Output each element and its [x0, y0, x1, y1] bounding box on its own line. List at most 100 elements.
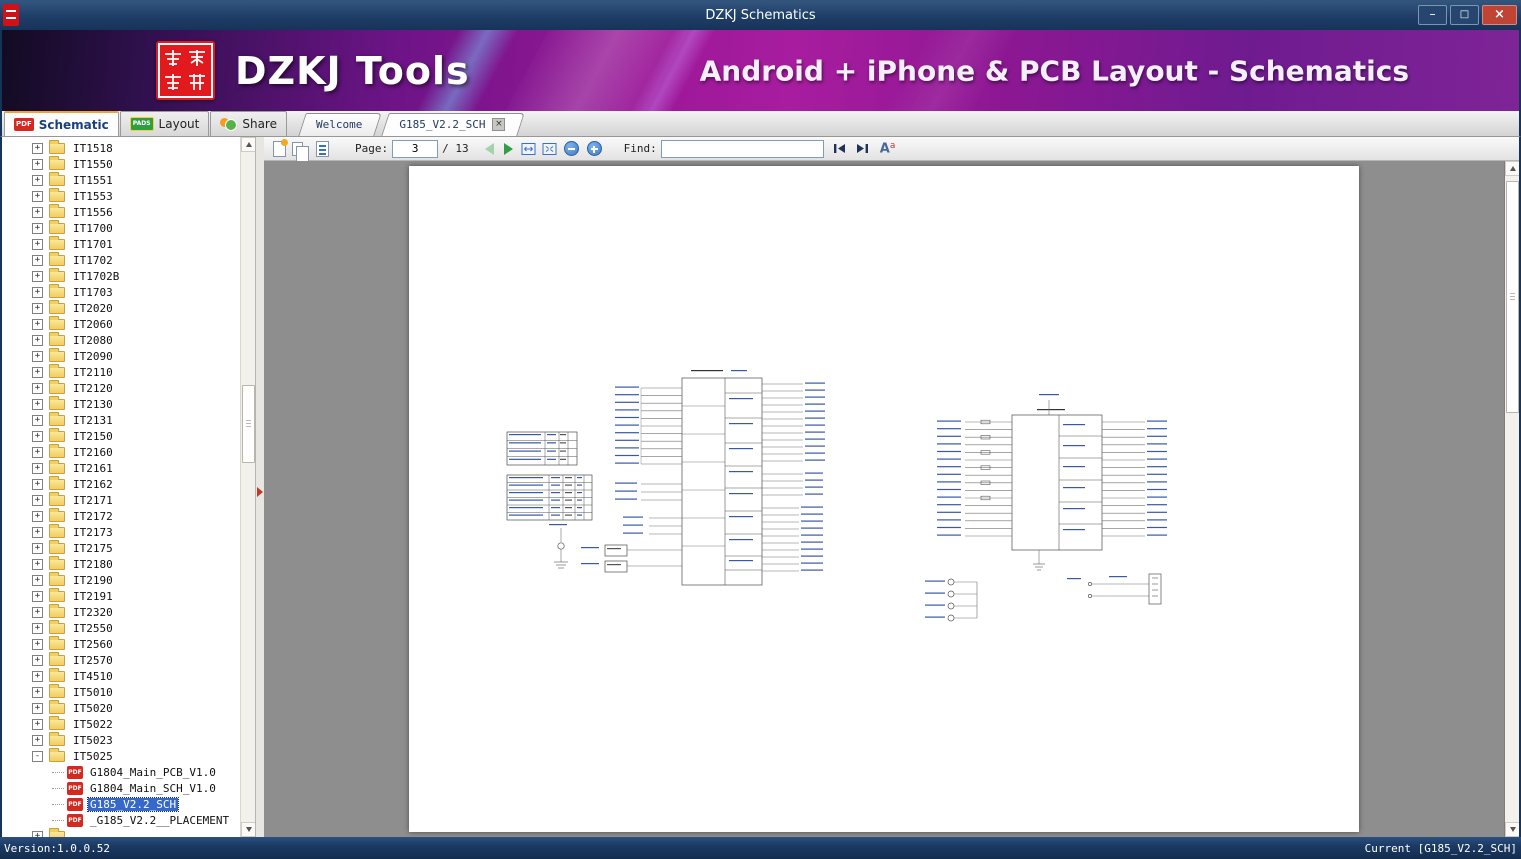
font-size-icon[interactable]: Aa [880, 141, 896, 157]
tree-folder-it2320[interactable]: + IT2320 [2, 603, 240, 620]
tree-folder-it1550[interactable]: + IT1550 [2, 155, 240, 172]
tree-folder-it2150[interactable]: + IT2150 [2, 427, 240, 444]
tab-share[interactable]: Share [210, 111, 287, 136]
tree-folder-it2110[interactable]: + IT2110 [2, 363, 240, 380]
scroll-down-button[interactable] [1505, 822, 1519, 837]
expand-icon[interactable]: + [32, 686, 43, 698]
tree-folder-it2171[interactable]: + IT2171 [2, 491, 240, 508]
expand-icon[interactable]: + [32, 366, 43, 378]
expand-icon[interactable]: + [32, 446, 43, 458]
tree-folder-it5025[interactable]: - IT5025 [2, 747, 240, 764]
tree-folder-it2120[interactable]: + IT2120 [2, 379, 240, 396]
panel-splitter[interactable] [255, 137, 264, 837]
expand-icon[interactable]: + [32, 606, 43, 618]
expand-icon[interactable]: + [32, 270, 43, 282]
tree-file-g1804_main_sch_v1.0[interactable]: PDF G1804_Main_SCH_V1.0 [2, 780, 240, 796]
expand-icon[interactable]: + [32, 430, 43, 442]
tree-folder-it1703[interactable]: + IT1703 [2, 283, 240, 300]
tree-folder-partial[interactable]: + [2, 827, 240, 837]
expand-icon[interactable]: + [32, 190, 43, 202]
tree-folder-it2172[interactable]: + IT2172 [2, 507, 240, 524]
tree-folder-it2180[interactable]: + IT2180 [2, 555, 240, 572]
expand-icon[interactable]: + [32, 238, 43, 250]
expand-icon[interactable]: + [32, 718, 43, 730]
expand-icon[interactable]: + [32, 558, 43, 570]
tree-folder-it2020[interactable]: + IT2020 [2, 299, 240, 316]
tree-folder-it1701[interactable]: + IT1701 [2, 235, 240, 252]
close-button[interactable]: × [1482, 5, 1517, 25]
scrollbar-thumb[interactable] [242, 385, 255, 463]
minimize-button[interactable]: – [1418, 5, 1447, 25]
tree-folder-it1556[interactable]: + IT1556 [2, 203, 240, 220]
tree-folder-it2080[interactable]: + IT2080 [2, 331, 240, 348]
expand-icon[interactable]: + [32, 222, 43, 234]
tree-folder-it2190[interactable]: + IT2190 [2, 571, 240, 588]
viewer-scrollbar[interactable] [1504, 161, 1519, 837]
expand-icon[interactable]: + [32, 702, 43, 714]
tree-folder-it1702b[interactable]: + IT1702B [2, 267, 240, 284]
expand-icon[interactable]: + [32, 350, 43, 362]
tree-folder-it2173[interactable]: + IT2173 [2, 523, 240, 540]
multi-page-icon[interactable] [316, 140, 329, 157]
tree-file-g185_v2.2_sch[interactable]: PDF G185_V2.2_SCH [2, 796, 240, 812]
zoom-out-button[interactable] [563, 141, 579, 156]
page-input[interactable] [392, 139, 439, 158]
tree-folder-it1551[interactable]: + IT1551 [2, 171, 240, 188]
tree-file-g1804_main_pcb_v1.0[interactable]: PDF G1804_Main_PCB_V1.0 [2, 764, 240, 780]
scroll-up-button[interactable] [1505, 161, 1519, 176]
tree-folder-it5020[interactable]: + IT5020 [2, 699, 240, 716]
tree-folder-it1553[interactable]: + IT1553 [2, 187, 240, 204]
next-page-button[interactable] [503, 142, 513, 155]
tree-folder-it1700[interactable]: + IT1700 [2, 219, 240, 236]
tab-welcome[interactable]: Welcome [302, 113, 378, 136]
find-next-button[interactable] [855, 142, 870, 155]
expand-icon[interactable]: + [32, 654, 43, 666]
expand-icon[interactable]: + [32, 158, 43, 170]
tab-schematic[interactable]: PDF Schematic [4, 111, 119, 136]
sidebar-scrollbar[interactable] [240, 137, 256, 837]
expand-icon[interactable]: + [32, 334, 43, 346]
expand-icon[interactable]: + [32, 398, 43, 410]
expand-icon[interactable]: + [32, 526, 43, 538]
collapse-icon[interactable]: - [32, 750, 43, 762]
fit-width-icon[interactable] [521, 142, 536, 156]
tab-layout[interactable]: PADS Layout [119, 111, 210, 136]
expand-icon[interactable]: + [32, 286, 43, 298]
expand-icon[interactable]: + [32, 590, 43, 602]
expand-icon[interactable]: + [32, 142, 43, 154]
page-icon[interactable] [273, 138, 288, 157]
expand-icon[interactable]: + [32, 574, 43, 586]
find-prev-button[interactable] [832, 142, 847, 155]
expand-icon[interactable]: + [32, 622, 43, 634]
expand-icon[interactable]: + [32, 494, 43, 506]
expand-icon[interactable]: + [32, 382, 43, 394]
tree-folder-it2131[interactable]: + IT2131 [2, 411, 240, 428]
zoom-in-button[interactable] [586, 141, 602, 156]
tree-folder-it2560[interactable]: + IT2560 [2, 635, 240, 652]
scrollbar-thumb[interactable] [1506, 181, 1519, 413]
expand-icon[interactable]: + [32, 174, 43, 186]
collapse-arrow-icon[interactable] [257, 487, 263, 497]
tree-folder-it2191[interactable]: + IT2191 [2, 587, 240, 604]
tree-folder-it5022[interactable]: + IT5022 [2, 715, 240, 732]
scroll-down-button[interactable] [241, 822, 256, 837]
expand-icon[interactable]: + [32, 254, 43, 266]
tree-folder-it2161[interactable]: + IT2161 [2, 459, 240, 476]
tree-folder-it5010[interactable]: + IT5010 [2, 683, 240, 700]
tree-folder-it5023[interactable]: + IT5023 [2, 731, 240, 748]
tree-folder-it2060[interactable]: + IT2060 [2, 315, 240, 332]
tree-folder-it2130[interactable]: + IT2130 [2, 395, 240, 412]
expand-icon[interactable]: + [32, 670, 43, 682]
maximize-button[interactable]: □ [1450, 5, 1479, 25]
expand-icon[interactable]: + [32, 638, 43, 650]
expand-icon[interactable]: + [32, 302, 43, 314]
expand-icon[interactable]: + [32, 510, 43, 522]
find-input[interactable] [660, 139, 824, 158]
prev-page-button[interactable] [484, 142, 494, 155]
copy-page-icon[interactable] [292, 141, 309, 162]
expand-icon[interactable]: + [32, 318, 43, 330]
expand-icon[interactable]: + [32, 206, 43, 218]
tab-g185-v2-2-sch[interactable]: G185_V2.2_SCH × [385, 113, 521, 136]
expand-icon[interactable]: + [32, 414, 43, 426]
tree-folder-it2090[interactable]: + IT2090 [2, 347, 240, 364]
